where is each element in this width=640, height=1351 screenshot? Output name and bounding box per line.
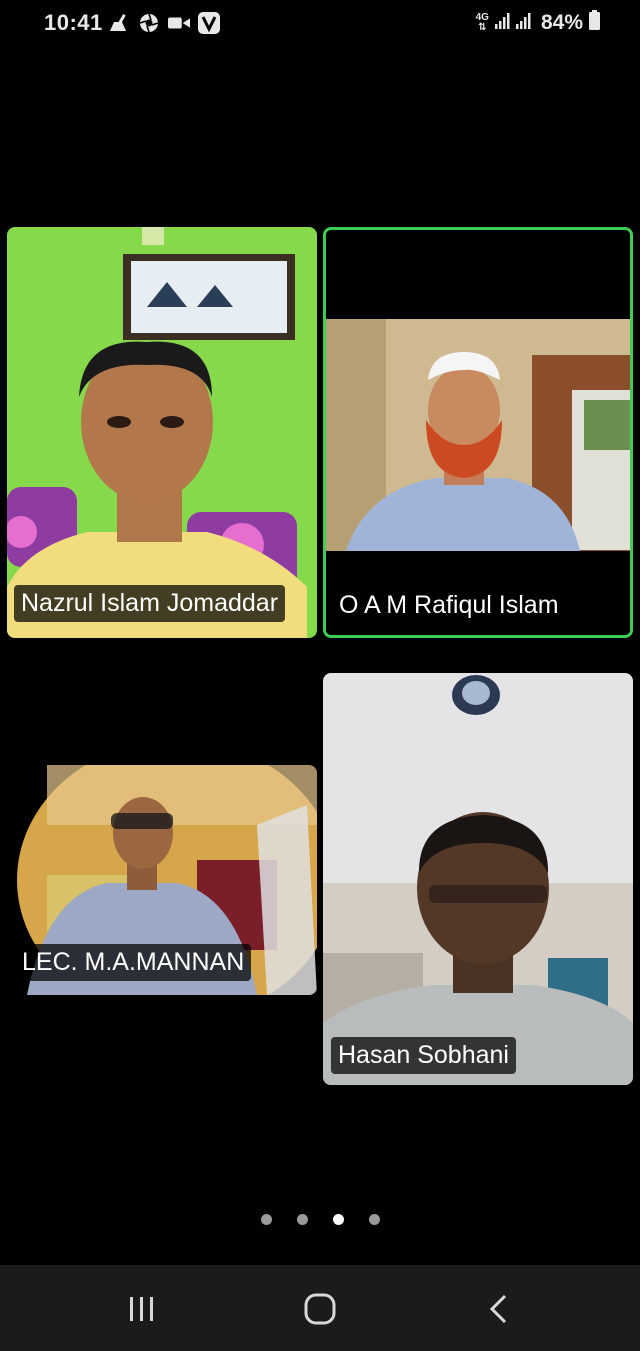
notification-icons	[108, 12, 220, 34]
participant-tile-3[interactable]: LEC. M.A.MANNAN	[7, 765, 317, 995]
clock: 10:41	[44, 10, 103, 35]
participant-video	[7, 227, 317, 638]
page-dot[interactable]	[368, 1214, 380, 1225]
battery-icon	[589, 10, 600, 35]
participant-tile-2[interactable]: O A M Rafiqul Islam	[323, 227, 633, 638]
navigation-bar	[0, 1265, 640, 1351]
battery-level: 84%	[540, 10, 583, 34]
home-icon[interactable]	[298, 1289, 342, 1329]
broom-icon	[108, 12, 130, 34]
recents-icon[interactable]	[120, 1289, 164, 1329]
system-status: 4G ⇅ 84%	[476, 10, 600, 35]
participant-name: O A M Rafiqul Islam	[332, 587, 566, 624]
participant-tile-4[interactable]: Hasan Sobhani	[323, 673, 633, 1085]
participant-tile-1[interactable]: Nazrul Islam Jomaddar	[7, 227, 317, 638]
v-app-icon	[198, 12, 220, 34]
back-icon[interactable]	[477, 1289, 521, 1329]
participant-video	[326, 230, 630, 635]
video-icon	[168, 12, 190, 34]
participant-video	[323, 673, 633, 1085]
signal-icon	[494, 10, 535, 35]
aperture-icon	[138, 12, 160, 34]
page-dot-current[interactable]	[332, 1214, 344, 1225]
participant-name: Nazrul Islam Jomaddar	[14, 585, 286, 622]
participant-name: Hasan Sobhani	[331, 1037, 516, 1074]
page-indicator[interactable]	[0, 1214, 640, 1225]
page-dot[interactable]	[296, 1214, 308, 1225]
status-bar: 10:41 4G ⇅ 84%	[0, 0, 640, 50]
page-dot[interactable]	[260, 1214, 272, 1225]
network-type: 4G ⇅	[475, 11, 489, 33]
participant-name: LEC. M.A.MANNAN	[15, 944, 252, 981]
